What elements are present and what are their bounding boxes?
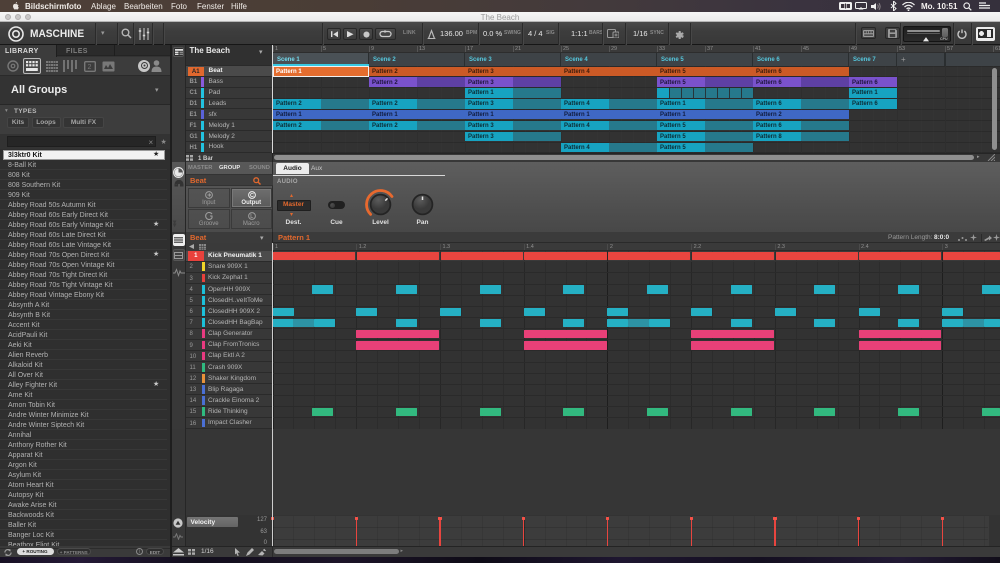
svg-text:2: 2 <box>88 64 92 71</box>
svg-text:C: C <box>250 193 254 199</box>
svg-text:L: L <box>250 214 253 220</box>
